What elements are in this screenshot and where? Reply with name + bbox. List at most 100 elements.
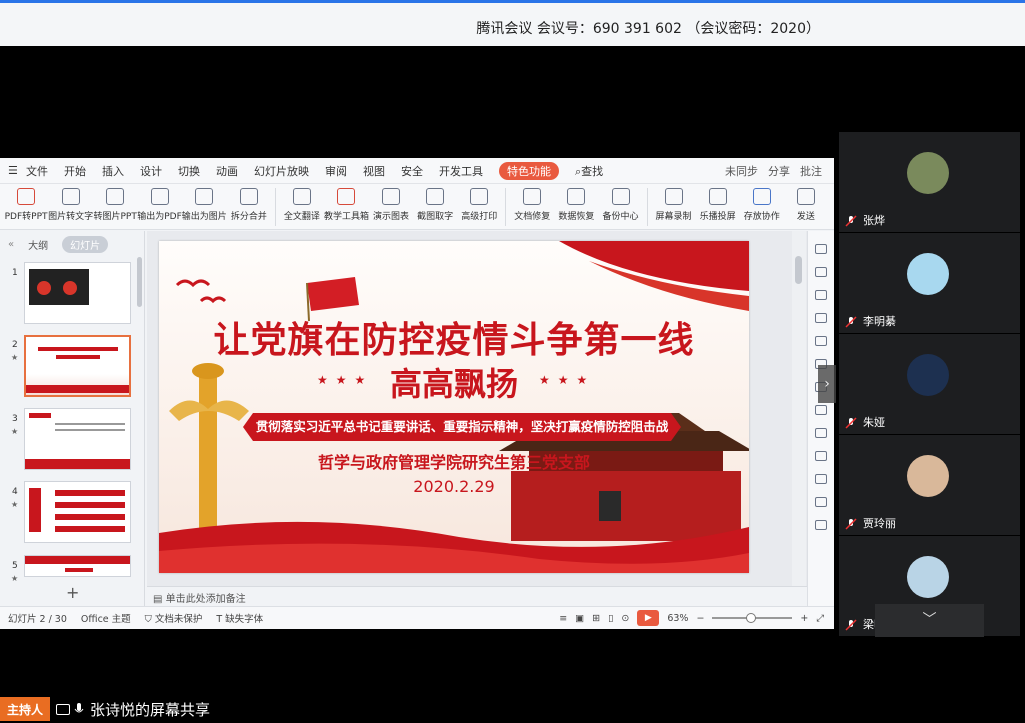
format-painter-icon[interactable]: ⊙ [621,613,629,624]
sync-status[interactable]: 未同步 [725,163,758,179]
send-button[interactable]: 发送 [784,188,828,222]
thumb-number: 3 [12,414,18,424]
reading-view-icon[interactable]: ▯ [608,613,613,624]
split-merge-button[interactable]: 拆分合并 [227,188,271,222]
normal-view-icon[interactable]: ▣ [575,613,584,624]
ribbon-separator [646,188,648,226]
to-image-ppt-icon [106,188,125,205]
menu-transitions[interactable]: 切换 [178,163,200,179]
pdf-to-ppt-button[interactable]: PDF转PPT [4,188,48,222]
current-slide[interactable]: 让党旗在防控疫情斗争第一线 ★★★ 高高飘扬 ★★★ 贯彻落实习近平总书记重要讲… [159,241,749,573]
slide-thumbnail-2[interactable] [24,335,131,397]
notes-area[interactable]: ▤ 单击此处添加备注 [147,586,807,606]
translate-button[interactable]: 全文翻译 [280,188,324,222]
share-button[interactable]: 分享 [768,163,790,179]
participant-tile[interactable]: 朱娅 [839,334,1020,434]
menu-search[interactable]: ⌕查找 [575,163,603,179]
participant-name: 朱娅 [863,416,885,429]
play-slideshow-button[interactable]: ▶ [637,610,660,626]
select-tool-icon[interactable] [815,244,827,254]
pdf-to-ppt-icon [17,188,36,205]
style-tool-icon[interactable] [815,313,827,323]
zoom-slider[interactable] [712,613,793,623]
zoom-out-icon[interactable]: − [696,613,704,624]
export-image-button[interactable]: 输出为图片 [182,188,227,222]
screenshot-text-button[interactable]: 截图取字 [413,188,457,222]
slide-thumbnail-3[interactable] [24,408,131,470]
scroll-thumb[interactable] [795,256,802,284]
image-tool-icon[interactable] [815,451,827,461]
slide-thumbnail-5[interactable] [24,555,131,577]
fit-window-icon[interactable]: ⤢ [816,613,824,624]
demo-chart-icon [382,188,401,205]
canvas-scrollbar[interactable] [792,231,806,586]
slide-panel-scrollbar[interactable] [137,257,142,307]
participant-tile[interactable]: 李明綦 [839,233,1020,333]
tab-outline[interactable]: 大纲 [28,237,48,252]
chart-tool-icon[interactable] [815,405,827,415]
cast-screen-button[interactable]: 乐播投屏 [696,188,740,222]
screen-record-button[interactable]: 屏幕录制 [652,188,696,222]
to-image-ppt-button[interactable]: 转图片PPT [93,188,137,222]
image-to-text-button[interactable]: 图片转文字 [48,188,93,222]
menu-slideshow[interactable]: 幻灯片放映 [254,163,309,179]
location-tool-icon[interactable] [815,336,827,346]
add-slide-button[interactable]: + [66,583,79,602]
menu-home[interactable]: 开始 [64,163,86,179]
zoom-level[interactable]: 63% [667,613,688,624]
slide-thumbnail-1[interactable] [24,262,131,324]
teaching-tools-button[interactable]: 教学工具箱 [324,188,369,222]
font-icon: T [216,614,226,625]
collapse-participants-button[interactable]: ﹀ [875,604,984,637]
backup-center-icon [611,188,630,205]
export-pdf-button[interactable]: 输出为PDF [137,188,182,222]
avatar [907,455,949,497]
slide-panel: « 大纲 幻灯片 1 2 ★ 3 ★ 4 ★ 5 ★ + [0,231,145,606]
mic-muted-icon [845,417,857,429]
menu-special-features[interactable]: 特色功能 [499,161,559,180]
theme-name[interactable]: Office 主题 [81,611,131,625]
layer-tool-icon[interactable] [815,290,827,300]
thumb-title-line [38,347,118,351]
menu-icon[interactable]: ☰ [8,164,20,177]
doc-repair-button[interactable]: 文档修复 [510,188,554,222]
slide-banner: 贯彻落实习近平总书记重要讲话、重要指示精神，坚决打赢疫情防控阻击战 [243,413,681,441]
status-right: ≡ ▣ ⊞ ▯ ⊙ ▶ 63% − + ⤢ [559,610,834,626]
tab-slides[interactable]: 幻灯片 [62,235,109,253]
advanced-print-button[interactable]: 高级打印 [457,188,501,222]
menu-developer[interactable]: 开发工具 [439,163,483,179]
host-share-bar: 主持人 张诗悦的屏幕共享 [0,697,210,721]
shape-tool-icon[interactable] [815,267,827,277]
menu-security[interactable]: 安全 [401,163,423,179]
frame-tool-icon[interactable] [815,497,827,507]
thumb-red-wave [25,459,130,469]
menu-file[interactable]: 文件 [26,163,48,179]
sorter-view-icon[interactable]: ⊞ [592,613,600,624]
settings-tool-icon[interactable] [815,428,827,438]
picture-tool-icon[interactable] [815,520,827,530]
missing-font[interactable]: T 缺失字体 [216,611,263,625]
menu-insert[interactable]: 插入 [102,163,124,179]
zoom-in-icon[interactable]: + [800,613,808,624]
menu-view[interactable]: 视图 [363,163,385,179]
thumb-star-icon: ★ [11,574,19,583]
participant-tile[interactable]: 贾玲丽 [839,435,1020,535]
backup-center-button[interactable]: 备份中心 [598,188,642,222]
data-recovery-button[interactable]: 数据恢复 [554,188,598,222]
menu-animation[interactable]: 动画 [216,163,238,179]
zoom-slider-handle[interactable] [746,613,757,623]
collab-button[interactable]: 存放协作 [740,188,784,222]
notes-toggle-icon[interactable]: ≡ [559,613,567,624]
demo-chart-button[interactable]: 演示图表 [369,188,413,222]
ribbon-toolbar: PDF转PPT 图片转文字 转图片PPT 输出为PDF 输出为图片 拆分合并 全… [0,184,834,230]
protection-status[interactable]: ⛉ 文档未保护 [145,611,203,625]
comment-button[interactable]: 批注 [800,163,822,179]
expand-arrow-icon[interactable]: › [818,365,836,403]
participant-tile[interactable]: 张烨 [839,132,1020,232]
menu-review[interactable]: 审阅 [325,163,347,179]
menu-design[interactable]: 设计 [140,163,162,179]
slide-thumbnail-4[interactable] [24,481,131,543]
collapse-panel-icon[interactable]: « [8,239,14,250]
export-tool-icon[interactable] [815,474,827,484]
meeting-info: 腾讯会议 会议号：690 391 602 （会议密码：2020） [476,21,820,37]
